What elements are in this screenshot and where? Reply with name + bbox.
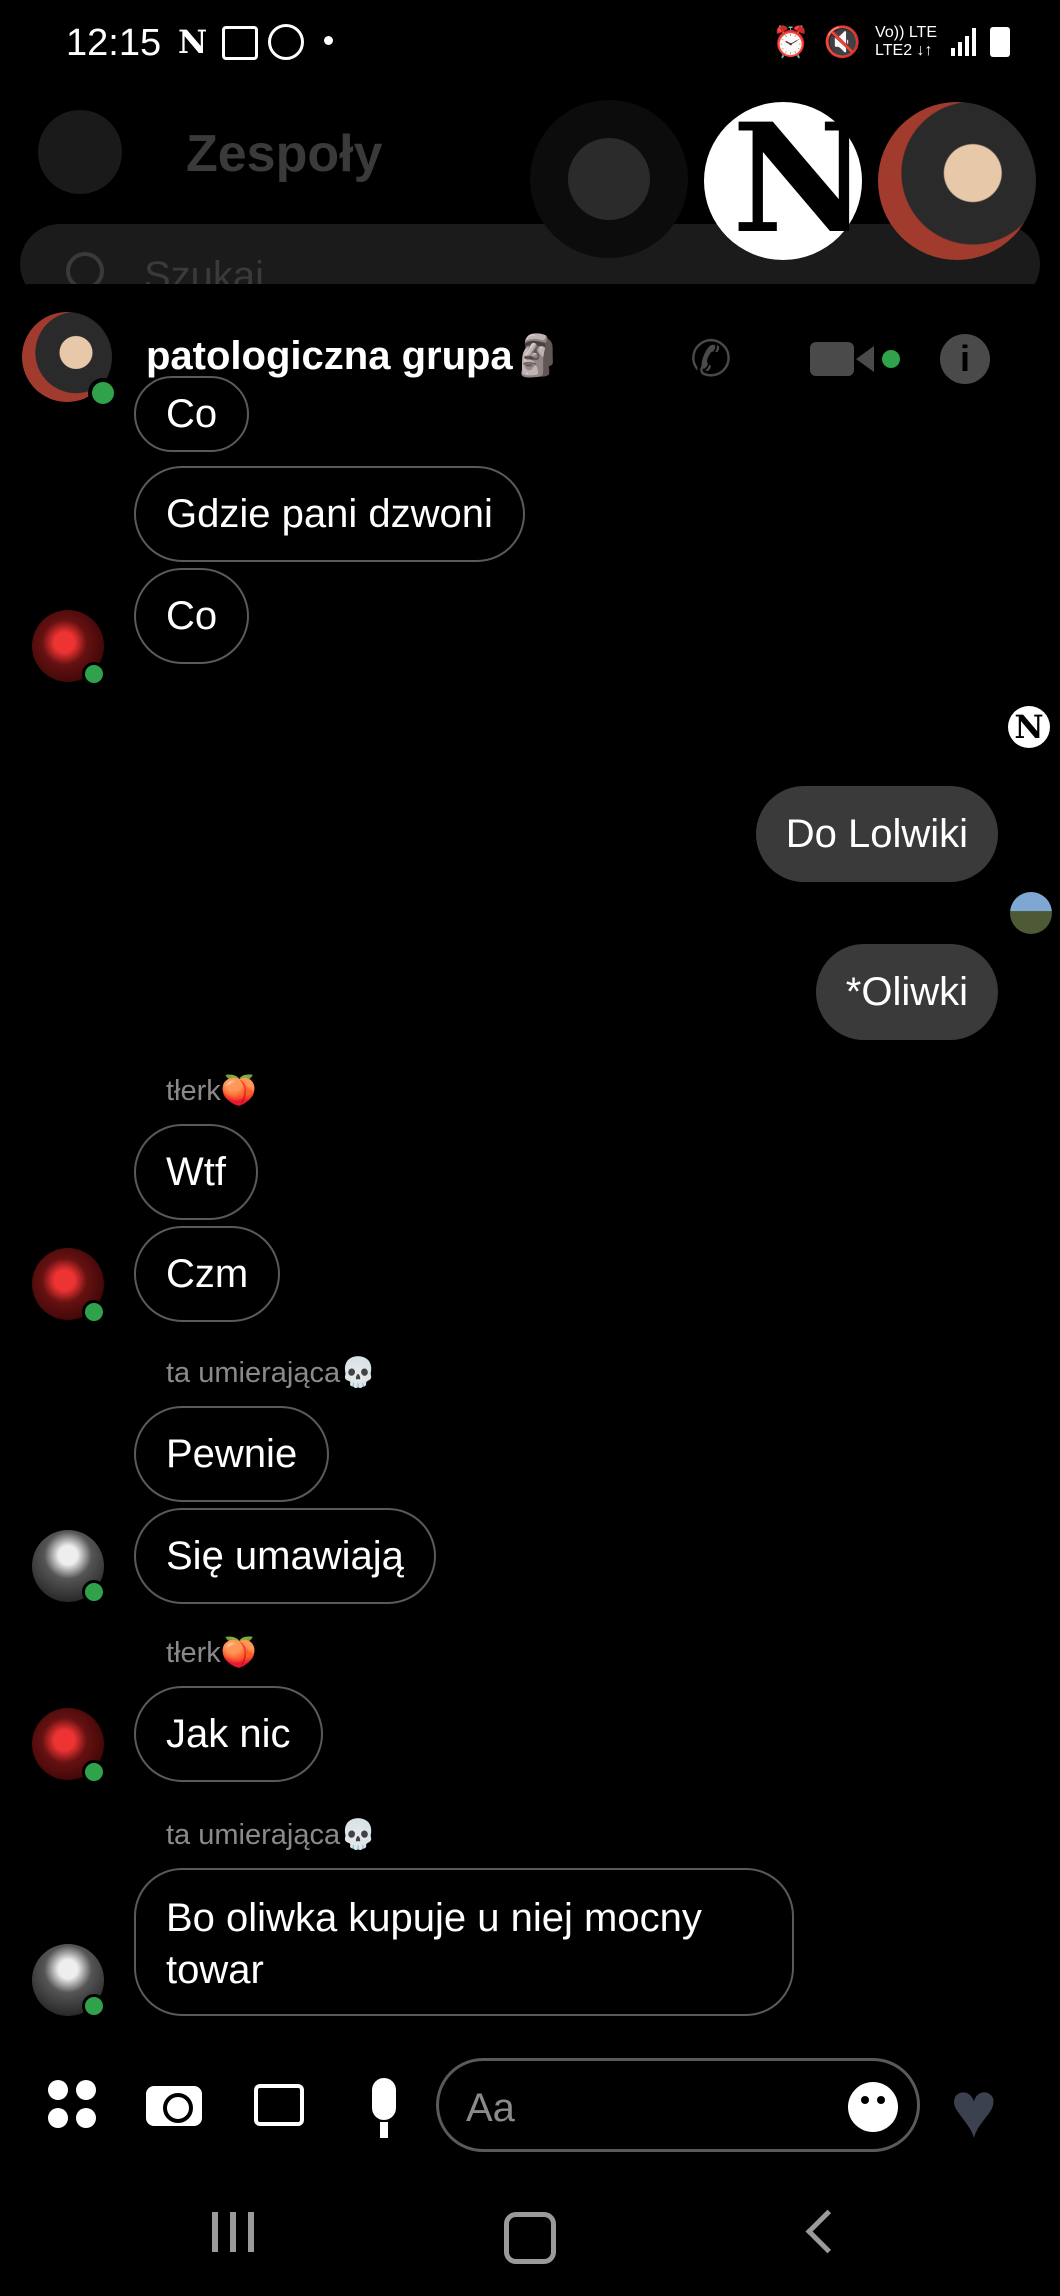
message-bubble[interactable]: Pewnie xyxy=(134,1406,330,1502)
message-bubble-outgoing[interactable]: Do Lolwiki xyxy=(755,786,998,882)
online-indicator xyxy=(82,1994,106,2018)
emoji-icon[interactable] xyxy=(848,2082,898,2132)
contact-chathead[interactable] xyxy=(878,102,1036,260)
seen-receipt-avatar xyxy=(1010,892,1052,934)
info-icon[interactable]: i xyxy=(940,334,990,384)
phone-call-icon[interactable]: ✆ xyxy=(690,330,732,388)
network-top: Vo)) LTE xyxy=(875,24,937,41)
sender-name: ta umierająca💀 xyxy=(166,1357,377,1389)
sender-name: ta umierająca💀 xyxy=(166,1819,377,1851)
gallery-icon xyxy=(222,26,258,60)
netflix-n-icon: N xyxy=(178,23,208,61)
messenger-chathead[interactable] xyxy=(530,100,688,258)
chat-title[interactable]: patologiczna grupa🗿 xyxy=(146,332,562,379)
sender-name: tłerk🍑 xyxy=(166,1637,257,1669)
n-logo-chathead[interactable]: N xyxy=(704,102,869,260)
network-label: Vo)) LTE LTE2 ↓↑ xyxy=(875,24,937,60)
microphone-icon[interactable] xyxy=(372,2078,396,2120)
background-title: Zespoły xyxy=(186,125,383,183)
status-time: 12:15 xyxy=(66,22,162,64)
online-indicator xyxy=(82,1300,106,1324)
heart-icon[interactable]: ♥ xyxy=(950,2070,998,2150)
video-call-icon[interactable] xyxy=(810,342,854,376)
alarm-icon: ⏰ xyxy=(772,25,810,59)
message-bubble[interactable]: Co xyxy=(134,568,250,664)
dot-icon xyxy=(324,36,333,45)
recent-apps-button[interactable] xyxy=(212,2212,254,2252)
network-bottom: LTE2 ↓↑ xyxy=(875,42,933,59)
message-bubble[interactable]: Wtf xyxy=(134,1124,258,1220)
message-list[interactable]: Co Gdzie pani dzwoni Co N Do Lolwiki *Ol… xyxy=(0,376,1060,2054)
message-bubble[interactable]: Bo oliwka kupuje u niej mocny towar xyxy=(134,1868,794,2016)
online-indicator xyxy=(88,378,118,408)
status-bar: 12:15 N ⏰ 🔇 Vo)) LTE LTE2 ↓↑ xyxy=(0,0,1060,84)
mute-icon: 🔇 xyxy=(823,25,862,59)
system-nav-bar xyxy=(0,2180,1060,2296)
online-indicator xyxy=(82,1580,106,1604)
online-indicator xyxy=(82,1760,106,1784)
battery-icon xyxy=(990,27,1010,57)
message-bubble[interactable]: Gdzie pani dzwoni xyxy=(134,466,525,562)
messenger-logo-icon xyxy=(568,138,650,220)
video-online-dot xyxy=(882,350,900,368)
status-right-icons: ⏰ 🔇 Vo)) LTE LTE2 ↓↑ xyxy=(772,24,1010,60)
message-bubble-outgoing[interactable]: *Oliwki xyxy=(815,944,998,1040)
camera-lens xyxy=(163,2093,193,2123)
video-lens-icon xyxy=(856,346,874,372)
messenger-icon xyxy=(268,24,304,60)
message-bubble[interactable]: Jak nic xyxy=(134,1686,323,1782)
message-bubble[interactable]: Co xyxy=(134,376,250,452)
sender-name: tłerk🍑 xyxy=(166,1075,257,1107)
apps-grid-icon[interactable] xyxy=(48,2080,96,2128)
message-bubble[interactable]: Czm xyxy=(134,1226,281,1322)
message-bubble[interactable]: Się umawiają xyxy=(134,1508,436,1604)
n-logo-letter: N xyxy=(732,91,870,267)
seen-receipt-avatar: N xyxy=(1008,706,1050,748)
microphone-stand xyxy=(380,2122,388,2138)
chat-panel: patologiczna grupa🗿 ✆ i Co Gdzie pani dz… xyxy=(0,284,1060,2184)
message-input-placeholder: Aa xyxy=(466,2086,515,2130)
back-button[interactable] xyxy=(805,2209,850,2254)
profile-avatar xyxy=(38,110,122,194)
online-indicator xyxy=(82,662,106,686)
home-button[interactable] xyxy=(504,2212,556,2264)
message-composer: Aa ♥ xyxy=(0,2030,1060,2180)
signal-icon xyxy=(951,28,976,56)
gallery-icon[interactable] xyxy=(254,2084,304,2126)
